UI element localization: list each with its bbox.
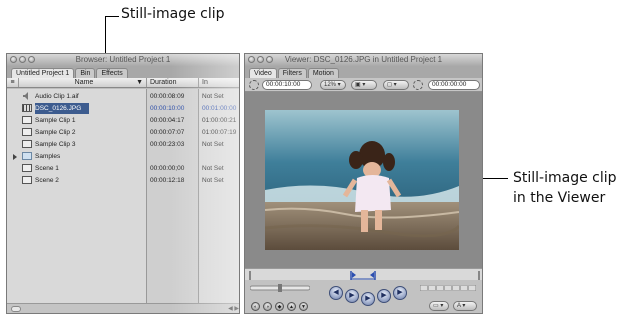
- minimize-button[interactable]: [19, 56, 26, 63]
- viewer-toolbar: 00:00:10:00 12% ▾ ▣ ▾ ◻ ▾ 00:00:00:00: [245, 78, 482, 92]
- list-item[interactable]: Scene 2 00:00:12:18 Not Set: [7, 175, 239, 186]
- viewer-title: Viewer: DSC_0126.JPG in Untitled Project…: [284, 55, 443, 64]
- browser-window: Browser: Untitled Project 1 Untitled Pro…: [6, 53, 240, 314]
- callout-line: [482, 178, 508, 179]
- horizontal-scrollbar[interactable]: ◀ ▶: [7, 303, 239, 313]
- column-name[interactable]: Name ▼: [19, 78, 147, 87]
- still-image-callout: Still-image clip: [121, 6, 225, 22]
- list-item[interactable]: Scene 1 00:00:00;00 Not Set: [7, 163, 239, 174]
- mark-out-button[interactable]: ▼: [299, 302, 308, 311]
- overlay-popup[interactable]: ◻ ▾: [383, 80, 409, 90]
- column-headers: ≡ Name ▼ Duration In: [7, 78, 239, 88]
- browser-titlebar[interactable]: Browser: Untitled Project 1: [7, 54, 239, 66]
- list-item[interactable]: Sample Clip 1 00:00:04:17 01:00:00:21: [7, 115, 239, 126]
- jog-control[interactable]: [420, 285, 476, 291]
- list-item[interactable]: Sample Clip 2 00:00:07:07 01:00:07:19: [7, 127, 239, 138]
- viewer-callout-line2: in the Viewer: [513, 190, 606, 206]
- tab-filters[interactable]: Filters: [277, 68, 307, 78]
- column-in[interactable]: In: [199, 78, 239, 87]
- sort-arrow-icon: ▼: [136, 79, 143, 86]
- browser-list: Audio Clip 1.aif 00:00:08:09 Not Set DSC…: [7, 89, 239, 305]
- scroll-thumb[interactable]: [11, 306, 21, 312]
- still-image-frame: [265, 110, 459, 250]
- viewer-tabs: Video Filters Motion: [245, 66, 482, 78]
- browser-tabs: Untitled Project 1 Bin Effects: [7, 66, 239, 78]
- duration-timecode[interactable]: 00:00:10:00: [262, 80, 312, 90]
- minimize-button[interactable]: [257, 56, 264, 63]
- window-controls: [248, 56, 273, 63]
- generator-popup[interactable]: A ▾: [453, 301, 477, 311]
- zoom-button[interactable]: [28, 56, 35, 63]
- go-to-next-edit-button[interactable]: ▶: [393, 286, 407, 300]
- shuttle-control[interactable]: [250, 284, 310, 292]
- still-image-icon: [22, 104, 32, 112]
- viewer-window: Viewer: DSC_0126.JPG in Untitled Project…: [244, 53, 483, 314]
- zoom-popup[interactable]: 12% ▾: [320, 80, 346, 90]
- tab-project[interactable]: Untitled Project 1: [11, 68, 75, 78]
- go-to-previous-edit-button[interactable]: ◀: [329, 286, 343, 300]
- column-duration[interactable]: Duration: [147, 78, 199, 87]
- screenshot: Still-image clip Still-image clip in the…: [0, 0, 626, 314]
- window-controls: [10, 56, 35, 63]
- list-item[interactable]: Sample Clip 3 00:00:23:03 Not Set: [7, 139, 239, 150]
- clip-icon: [22, 128, 32, 136]
- list-item[interactable]: Audio Clip 1.aif 00:00:08:09 Not Set: [7, 91, 239, 102]
- viewer-titlebar[interactable]: Viewer: DSC_0126.JPG in Untitled Project…: [245, 54, 482, 66]
- duration-icon: [249, 80, 259, 90]
- browser-title: Browser: Untitled Project 1: [75, 55, 171, 64]
- tab-motion[interactable]: Motion: [307, 68, 339, 78]
- viewer-callout: Still-image clip in the Viewer: [513, 168, 617, 208]
- video-display[interactable]: [245, 92, 482, 268]
- play-in-to-out-button[interactable]: ▶: [345, 289, 359, 303]
- mark-in-button[interactable]: ▲: [287, 302, 296, 311]
- transport-controls: ◀ ▶ ▶ ▶ ▶ ◐ ◑ ◆ ▲ ▼ ▭ ▾ A ▾: [245, 280, 482, 313]
- speaker-icon: [22, 92, 32, 100]
- sequence-icon: [22, 176, 32, 184]
- play-button[interactable]: ▶: [361, 292, 375, 306]
- viewer-callout-line1: Still-image clip: [513, 170, 617, 186]
- add-keyframe-button[interactable]: ◆: [275, 302, 284, 311]
- tab-effects[interactable]: Effects: [96, 68, 128, 78]
- list-item[interactable]: Samples: [7, 151, 239, 162]
- clip-icon: [22, 116, 32, 124]
- close-button[interactable]: [10, 56, 17, 63]
- close-button[interactable]: [248, 56, 255, 63]
- recent-clips-popup[interactable]: ▭ ▾: [429, 301, 449, 311]
- tab-video[interactable]: Video: [249, 68, 277, 78]
- zoom-button[interactable]: [266, 56, 273, 63]
- scroll-arrows-icon[interactable]: ◀ ▶: [228, 305, 239, 312]
- scrubber-bar[interactable]: [245, 268, 482, 281]
- sequence-icon: [22, 164, 32, 172]
- current-timecode[interactable]: 00:00:00:00: [428, 80, 480, 90]
- play-around-current-button[interactable]: ▶: [377, 289, 391, 303]
- folder-icon: [22, 152, 32, 160]
- tab-bin[interactable]: Bin: [75, 68, 96, 78]
- column-icon: ≡: [7, 78, 19, 87]
- match-frame-button[interactable]: ◐: [251, 302, 260, 311]
- clip-icon: [22, 140, 32, 148]
- mark-clip-button[interactable]: ◑: [263, 302, 272, 311]
- disclosure-triangle-icon[interactable]: [13, 154, 17, 160]
- playhead-sync-icon[interactable]: [413, 80, 423, 90]
- view-popup[interactable]: ▣ ▾: [351, 80, 377, 90]
- callout-line: [105, 16, 119, 17]
- list-item-selected[interactable]: DSC_0126.JPG 00:00:10:00 00:01:00:00: [7, 103, 239, 114]
